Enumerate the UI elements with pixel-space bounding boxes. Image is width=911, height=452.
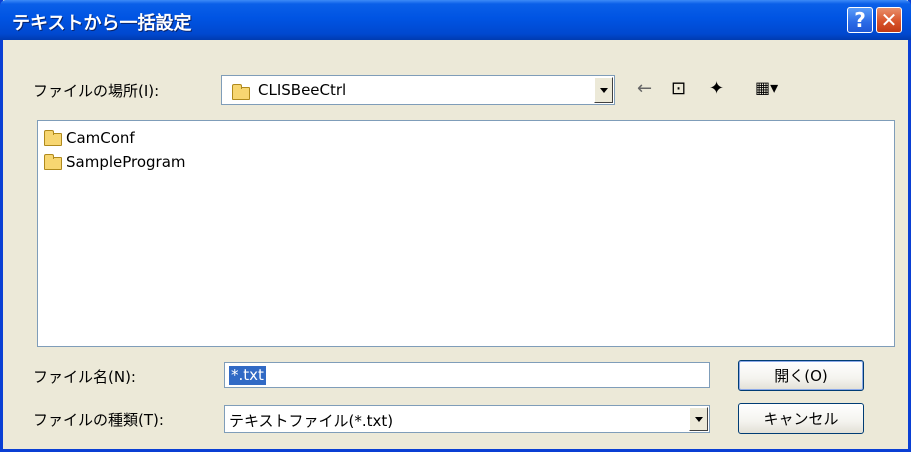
close-icon[interactable]: ✕ [876,7,902,33]
file-type-value: テキストファイル(*.txt) [229,412,394,430]
back-icon[interactable]: ← [637,78,652,99]
folder-icon [44,154,62,170]
view-menu-icon[interactable]: ▦▾ [755,78,778,97]
chevron-down-icon[interactable] [689,407,708,431]
file-type-combobox[interactable]: テキストファイル(*.txt) [224,405,710,433]
chevron-down-icon[interactable] [594,77,613,103]
file-name-label: ファイル名(N): [33,368,136,386]
window-title: テキストから一括設定 [12,13,192,34]
title-bar[interactable]: テキストから一括設定 ? ✕ [0,0,911,40]
look-in-combobox[interactable]: CLISBeeCtrl [221,75,615,105]
open-button[interactable]: 開く(O) [738,360,864,391]
file-type-label: ファイルの種類(T): [33,411,164,429]
folder-icon [44,130,62,146]
look-in-label: ファイルの場所(I): [33,82,160,100]
cancel-button[interactable]: キャンセル [738,403,864,434]
new-folder-icon[interactable]: ✦ [709,78,724,99]
up-folder-icon[interactable]: ⊡ [671,78,686,99]
file-open-dialog: テキストから一括設定 ? ✕ ファイルの場所(I): CLISBeeCtrl ←… [0,0,911,452]
file-name-input[interactable]: *.txt [224,362,710,388]
look-in-value: CLISBeeCtrl [258,81,347,99]
help-icon[interactable]: ? [847,7,873,33]
folder-icon [232,84,250,100]
file-name-value: *.txt [229,366,266,385]
file-list[interactable]: CamConf SampleProgram [37,120,895,347]
